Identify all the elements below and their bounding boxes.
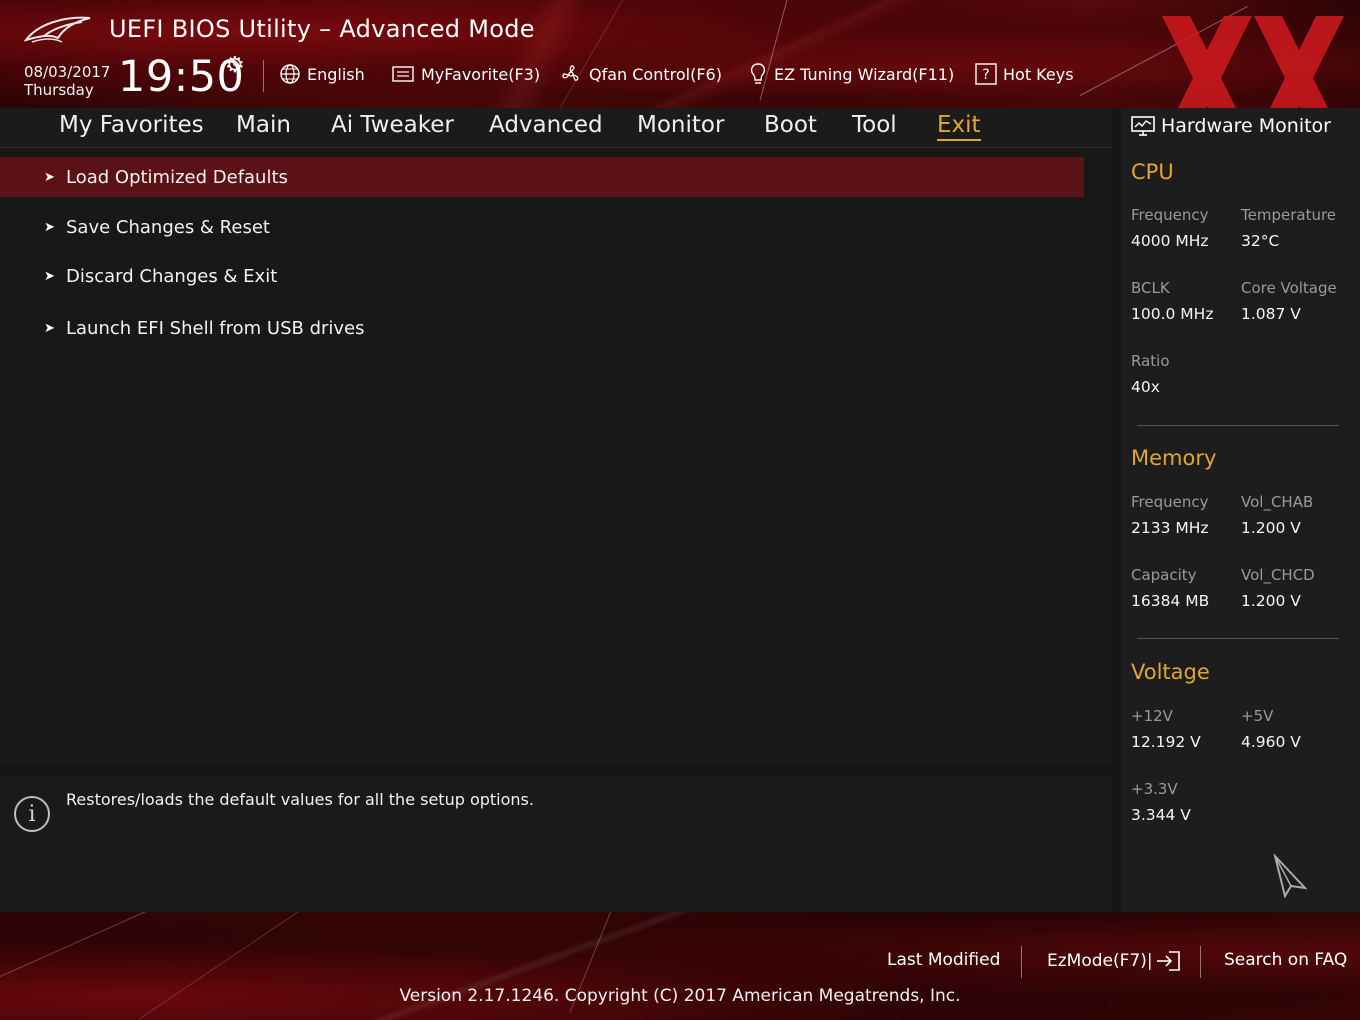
menu-item-label: Save Changes & Reset (66, 216, 270, 238)
exit-menu-panel: ➤ Load Optimized Defaults ➤ Save Changes… (0, 149, 1112, 766)
menu-item-label: Launch EFI Shell from USB drives (66, 317, 365, 339)
ezmode-button[interactable]: EzMode(F7)| (1047, 950, 1181, 972)
vol-chcd-label: Vol_CHCD (1241, 566, 1315, 584)
launch-efi-shell-item[interactable]: ➤ Launch EFI Shell from USB drives (0, 308, 1084, 348)
cpu-section-title: CPU (1131, 160, 1174, 184)
footer-divider (1021, 946, 1022, 978)
v5-value: 4.960 V (1241, 733, 1301, 751)
fan-icon (562, 65, 579, 81)
tab-advanced[interactable]: Advanced (489, 112, 603, 138)
last-modified-button[interactable]: Last Modified (887, 950, 1000, 970)
vol-chab-value: 1.200 V (1241, 519, 1301, 537)
help-description-panel: i Restores/loads the default values for … (0, 776, 1112, 912)
vol-chcd-value: 1.200 V (1241, 592, 1301, 610)
globe-icon (280, 64, 300, 84)
tab-boot[interactable]: Boot (764, 112, 817, 138)
chevron-right-icon: ➤ (44, 320, 55, 336)
watermark-xx-logo (1162, 16, 1344, 108)
core-voltage-value: 1.087 V (1241, 305, 1301, 323)
chevron-right-icon: ➤ (44, 219, 55, 235)
tab-my-favorites[interactable]: My Favorites (59, 112, 204, 138)
chevron-right-icon: ➤ (44, 268, 55, 284)
memory-frequency-label: Frequency (1131, 493, 1209, 511)
tab-exit[interactable]: Exit (937, 112, 981, 141)
exit-arrow-icon (1156, 951, 1180, 971)
capacity-label: Capacity (1131, 566, 1197, 584)
date-text: 08/03/2017 (24, 63, 111, 81)
chevron-right-icon: ➤ (44, 169, 55, 185)
search-on-faq-button[interactable]: Search on FAQ (1224, 950, 1347, 970)
discard-changes-exit-item[interactable]: ➤ Discard Changes & Exit (0, 256, 1084, 296)
menu-item-label: Load Optimized Defaults (66, 166, 288, 188)
hardware-monitor-title: Hardware Monitor (1161, 115, 1331, 137)
rog-logo-icon (24, 16, 91, 43)
header-bar: UEFI BIOS Utility – Advanced Mode 08/03/… (0, 0, 1360, 108)
memory-frequency-value: 2133 MHz (1131, 519, 1209, 537)
main-menu-tabs: My Favorites Main Ai Tweaker Advanced Mo… (0, 108, 1112, 148)
ez-tuning-wizard-button[interactable]: EZ Tuning Wizard(F11) (748, 62, 954, 86)
help-question-icon: ? (975, 63, 997, 85)
ezmode-label: EzMode(F7)| (1047, 951, 1153, 971)
capacity-value: 16384 MB (1131, 592, 1210, 610)
language-label: English (307, 64, 365, 84)
info-icon: i (14, 796, 50, 832)
footer-divider (1200, 946, 1201, 978)
load-optimized-defaults-item[interactable]: ➤ Load Optimized Defaults (0, 157, 1084, 197)
qfan-label: Qfan Control(F6) (589, 64, 722, 84)
v33-value: 3.344 V (1131, 806, 1191, 824)
ratio-label: Ratio (1131, 352, 1170, 370)
svg-text:?: ? (982, 67, 989, 83)
favorite-list-icon (392, 66, 414, 82)
cpu-frequency-value: 4000 MHz (1131, 232, 1209, 250)
help-text: Restores/loads the default values for al… (66, 790, 534, 809)
header-divider (263, 60, 264, 92)
v12-value: 12.192 V (1131, 733, 1201, 751)
mouse-cursor-icon (1273, 854, 1308, 898)
bclk-value: 100.0 MHz (1131, 305, 1214, 323)
voltage-section-title: Voltage (1131, 660, 1210, 684)
clock-settings-gear-icon[interactable]: ⚙ (225, 53, 245, 78)
app-title: UEFI BIOS Utility – Advanced Mode (109, 15, 535, 43)
myfavorite-button[interactable]: MyFavorite(F3) (391, 62, 540, 86)
footer-bar: Last Modified EzMode(F7)| Search on FAQ … (0, 912, 1360, 1020)
language-button[interactable]: English (279, 62, 365, 86)
day-text: Thursday (24, 81, 94, 99)
monitor-screen-icon (1131, 116, 1155, 136)
cpu-temperature-value: 32°C (1241, 232, 1280, 250)
v12-label: +12V (1131, 707, 1173, 725)
date-display: 08/03/2017 Thursday (24, 63, 110, 99)
ez-tuning-label: EZ Tuning Wizard(F11) (774, 64, 955, 84)
cpu-temperature-label: Temperature (1241, 206, 1337, 224)
cpu-frequency-label: Frequency (1131, 206, 1209, 224)
menu-item-label: Discard Changes & Exit (66, 265, 278, 287)
save-changes-reset-item[interactable]: ➤ Save Changes & Reset (0, 207, 1084, 247)
section-divider (1137, 638, 1339, 639)
tab-main[interactable]: Main (236, 112, 291, 138)
hardware-monitor-header: Hardware Monitor (1131, 114, 1331, 138)
v33-label: +3.3V (1131, 780, 1178, 798)
hardware-monitor-panel: Hardware Monitor CPU Frequency Temperatu… (1121, 108, 1360, 912)
qfan-control-button[interactable]: Qfan Control(F6) (559, 62, 722, 86)
hot-keys-button[interactable]: ? Hot Keys (975, 62, 1074, 86)
tab-ai-tweaker[interactable]: Ai Tweaker (331, 112, 454, 138)
v5-label: +5V (1241, 707, 1274, 725)
section-divider (1137, 425, 1339, 426)
core-voltage-label: Core Voltage (1241, 279, 1337, 297)
hot-keys-label: Hot Keys (1003, 64, 1074, 84)
ratio-value: 40x (1131, 378, 1160, 396)
decorative-slash (559, 0, 641, 108)
lightbulb-icon (750, 63, 766, 84)
bclk-label: BCLK (1131, 279, 1170, 297)
memory-section-title: Memory (1131, 446, 1217, 470)
vol-chab-label: Vol_CHAB (1241, 493, 1314, 511)
tab-monitor[interactable]: Monitor (637, 112, 724, 138)
decorative-slash (0, 912, 238, 977)
myfavorite-label: MyFavorite(F3) (421, 64, 541, 84)
tab-tool[interactable]: Tool (852, 112, 897, 138)
version-copyright: Version 2.17.1246. Copyright (C) 2017 Am… (399, 986, 961, 1006)
